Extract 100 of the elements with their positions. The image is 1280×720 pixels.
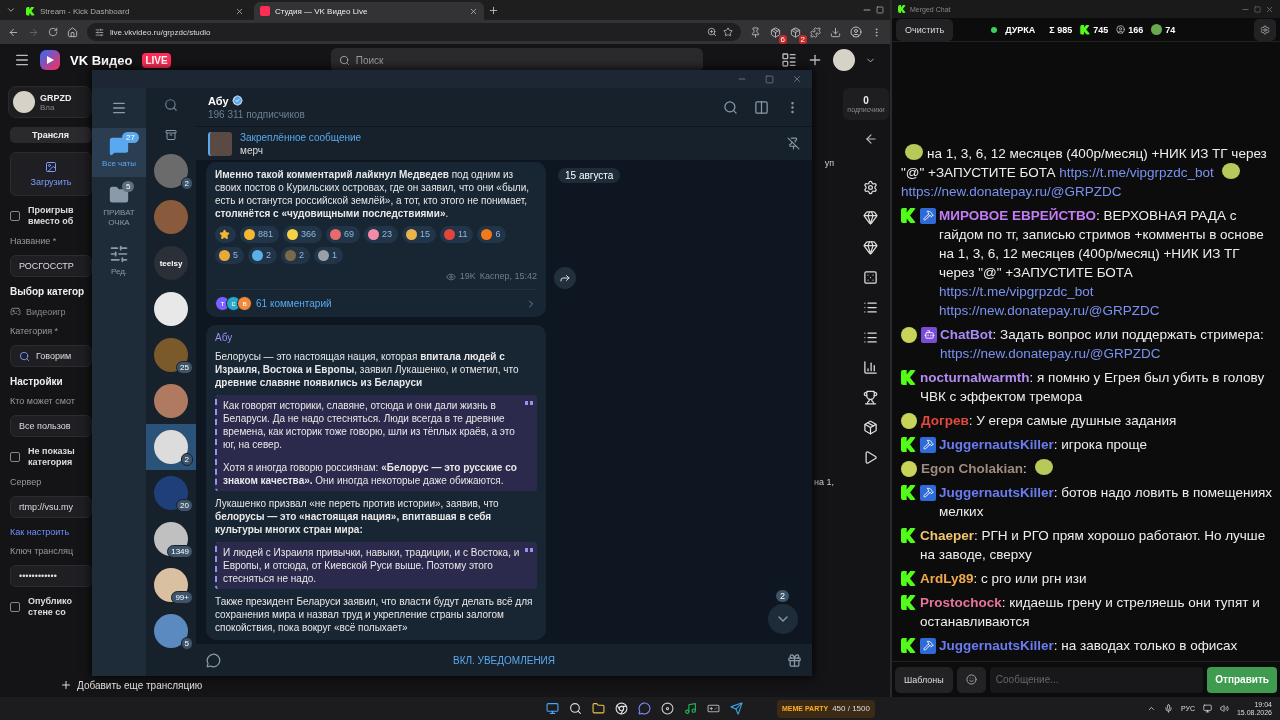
reaction-chip[interactable]: 366 xyxy=(283,226,323,243)
upload-button[interactable]: Загрузить xyxy=(10,152,92,196)
checkbox[interactable] xyxy=(10,452,20,462)
trophy-icon[interactable] xyxy=(863,390,878,405)
message-link[interactable]: https://new.donatepay.ru/@GRPZDC xyxy=(940,346,1161,361)
chat-list-item[interactable]: 25 xyxy=(146,332,196,378)
close-icon[interactable] xyxy=(235,6,244,16)
display-icon[interactable] xyxy=(1202,704,1212,713)
gamepad-icon[interactable] xyxy=(707,702,720,715)
input-field[interactable]: РОСГОССТР xyxy=(10,255,92,277)
list-icon[interactable] xyxy=(863,300,878,315)
disc-icon[interactable] xyxy=(661,702,674,715)
message-link[interactable]: https://t.me/vipgrpzdc_bot xyxy=(939,284,1094,299)
search-icon[interactable] xyxy=(569,702,582,715)
send-icon[interactable] xyxy=(730,702,743,715)
message-link[interactable]: https://new.donatepay.ru/@GRPZDC xyxy=(901,184,1122,199)
add-stream-button[interactable]: Добавить еще трансляцию xyxy=(60,679,203,691)
browser-tab[interactable]: Студия — VK Видео Live xyxy=(254,2,484,20)
speaker-icon[interactable] xyxy=(1219,704,1229,713)
back-icon[interactable] xyxy=(864,132,878,146)
chat-list-item[interactable]: 1349 xyxy=(146,516,196,562)
avatar[interactable] xyxy=(833,49,855,71)
gift-icon[interactable] xyxy=(787,652,802,668)
checkbox[interactable] xyxy=(10,602,20,612)
category-option[interactable]: Видеоигр xyxy=(26,306,66,317)
folder-tab[interactable]: Ред. xyxy=(92,236,146,285)
gem-icon[interactable] xyxy=(863,240,878,255)
dice-icon[interactable] xyxy=(863,270,878,285)
archive-icon[interactable] xyxy=(165,129,177,141)
settings-icon[interactable] xyxy=(863,180,878,195)
browser-tab[interactable]: Stream - Kick Dashboard xyxy=(20,2,250,20)
folder-tab[interactable]: 5 ПРИВАТ ОЧКА xyxy=(92,177,146,236)
reaction-chip[interactable]: 5 xyxy=(215,247,244,264)
chat-list-item[interactable]: 5 xyxy=(146,608,196,654)
reaction-chip[interactable]: 69 xyxy=(326,226,361,243)
category-field[interactable]: Говорим xyxy=(10,345,92,367)
reaction-chip[interactable]: 2 xyxy=(281,247,311,264)
reaction-chip[interactable]: 881 xyxy=(240,226,280,243)
search-icon[interactable] xyxy=(723,99,738,115)
folder-icon[interactable] xyxy=(592,702,605,715)
box-icon[interactable] xyxy=(863,420,878,435)
gem-icon[interactable] xyxy=(863,210,878,225)
close-icon[interactable] xyxy=(1265,4,1274,14)
chat-list-item[interactable]: teelsy xyxy=(146,240,196,286)
maximize-icon[interactable] xyxy=(876,6,884,14)
home-icon[interactable] xyxy=(67,26,78,38)
sidebar-icon[interactable] xyxy=(754,99,769,115)
close-icon[interactable] xyxy=(469,6,478,16)
send-button[interactable]: Отправить xyxy=(1207,666,1277,693)
checkbox[interactable] xyxy=(10,211,20,221)
templates-button[interactable]: Шаблоны xyxy=(895,666,953,693)
profile-icon[interactable] xyxy=(850,26,862,38)
help-link[interactable]: Как настроить xyxy=(10,527,92,537)
tray-expand-icon[interactable] xyxy=(1146,704,1156,713)
reaction-chip[interactable] xyxy=(215,226,236,243)
music-icon[interactable] xyxy=(684,702,697,715)
input-field[interactable]: rtmp://vsu.my xyxy=(10,496,92,518)
reaction-chip[interactable]: 15 xyxy=(402,226,437,243)
chat-list-item[interactable]: 2 xyxy=(146,424,196,470)
extensions-icon[interactable] xyxy=(810,26,821,38)
microphone-icon[interactable] xyxy=(1163,704,1173,713)
message-link[interactable]: https://t.me/vipgrpzdc_bot xyxy=(1059,165,1218,180)
reaction-chip[interactable]: 1 xyxy=(314,247,344,264)
download-icon[interactable] xyxy=(830,26,841,38)
folder-tab[interactable]: 27 Все чаты xyxy=(92,128,146,177)
bar-chart-icon[interactable] xyxy=(863,360,878,375)
reaction-chip[interactable]: 2 xyxy=(248,247,278,264)
add-icon[interactable] xyxy=(807,52,823,68)
message-link[interactable]: https://new.donatepay.ru/@GRPZDC xyxy=(939,303,1160,318)
menu-icon[interactable] xyxy=(14,52,30,68)
chat-icon[interactable] xyxy=(638,702,651,715)
bookmark-star-icon[interactable] xyxy=(723,27,733,37)
search-field[interactable]: Поиск xyxy=(330,48,703,72)
tab-list-icon[interactable] xyxy=(6,5,16,15)
reload-icon[interactable] xyxy=(48,27,58,37)
unpin-icon[interactable] xyxy=(787,137,800,150)
settings-button[interactable] xyxy=(1254,18,1276,41)
chat-list-item[interactable]: 2 xyxy=(146,148,196,194)
reaction-chip[interactable]: 23 xyxy=(364,226,399,243)
chat-list-item[interactable]: 20 xyxy=(146,470,196,516)
chat-list-item[interactable]: 99+ xyxy=(146,562,196,608)
new-tab-icon[interactable] xyxy=(488,4,499,16)
comments-link[interactable]: т с в 61 комментарий xyxy=(215,289,537,311)
pinned-message[interactable]: Закреплённое сообщение мерч xyxy=(196,126,812,160)
reaction-chip[interactable]: 6 xyxy=(477,226,507,243)
forward-button[interactable] xyxy=(554,267,576,289)
zoom-icon[interactable] xyxy=(707,27,717,37)
stream-tab[interactable]: Трансля xyxy=(10,127,92,143)
browser-icon[interactable] xyxy=(615,702,628,715)
emoji-button[interactable] xyxy=(956,666,986,693)
play-icon[interactable] xyxy=(863,450,878,465)
input-field[interactable]: Все пользов xyxy=(10,415,92,437)
address-field[interactable]: live.vkvideo.ru/grpzdc/studio xyxy=(87,23,741,41)
input-field[interactable]: •••••••••••• xyxy=(10,565,92,587)
back-icon[interactable] xyxy=(8,26,19,38)
close-icon[interactable] xyxy=(792,74,802,84)
list-icon[interactable] xyxy=(781,52,797,68)
reaction-chip[interactable]: 11 xyxy=(440,226,474,243)
comment-icon[interactable] xyxy=(206,652,221,668)
list-icon[interactable] xyxy=(863,330,878,345)
